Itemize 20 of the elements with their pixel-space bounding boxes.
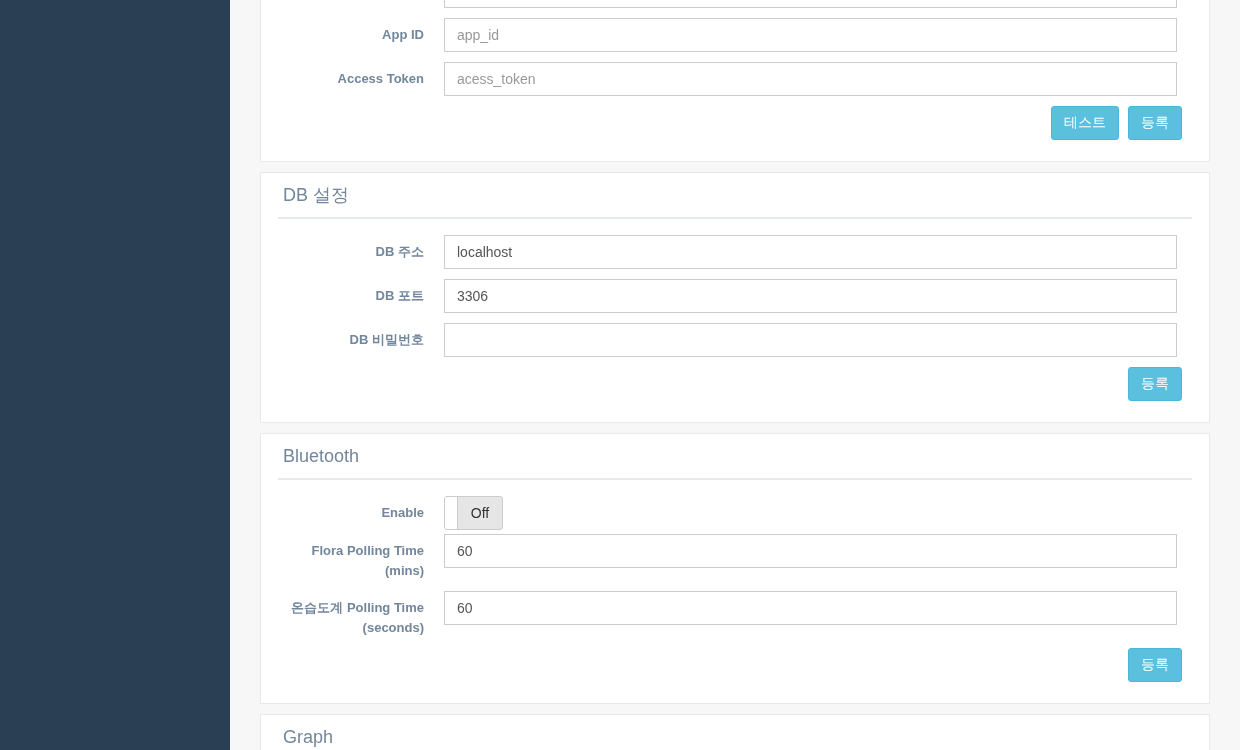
input-field[interactable]: 60 <box>444 534 1177 568</box>
field-label: DB 비밀번호 <box>348 331 424 349</box>
field-label: DB 포트 <box>374 287 424 305</box>
input-field[interactable]: 60 <box>444 591 1177 625</box>
field-label: Enable <box>380 504 424 522</box>
toggle-switch[interactable]: Off <box>444 496 503 530</box>
field-label: Access Token <box>336 70 424 88</box>
input-field[interactable]: localhost <box>444 235 1177 269</box>
input-field[interactable]: 3306 <box>444 279 1177 313</box>
input-field[interactable] <box>444 0 1177 8</box>
panel-title: Bluetooth <box>283 446 360 466</box>
field-label: App ID <box>381 26 424 44</box>
input-field[interactable]: app_id <box>444 18 1177 52</box>
panel-title: DB 설정 <box>283 185 349 205</box>
field-label: DB 주소 <box>374 243 424 261</box>
field-label: Flora Polling Time (mins) <box>310 542 424 580</box>
input-field[interactable]: acess_token <box>444 62 1177 96</box>
input-field[interactable] <box>444 323 1177 357</box>
field-label: 온습도계 Polling Time (seconds) <box>290 599 424 637</box>
panel-title: Graph <box>283 727 334 747</box>
